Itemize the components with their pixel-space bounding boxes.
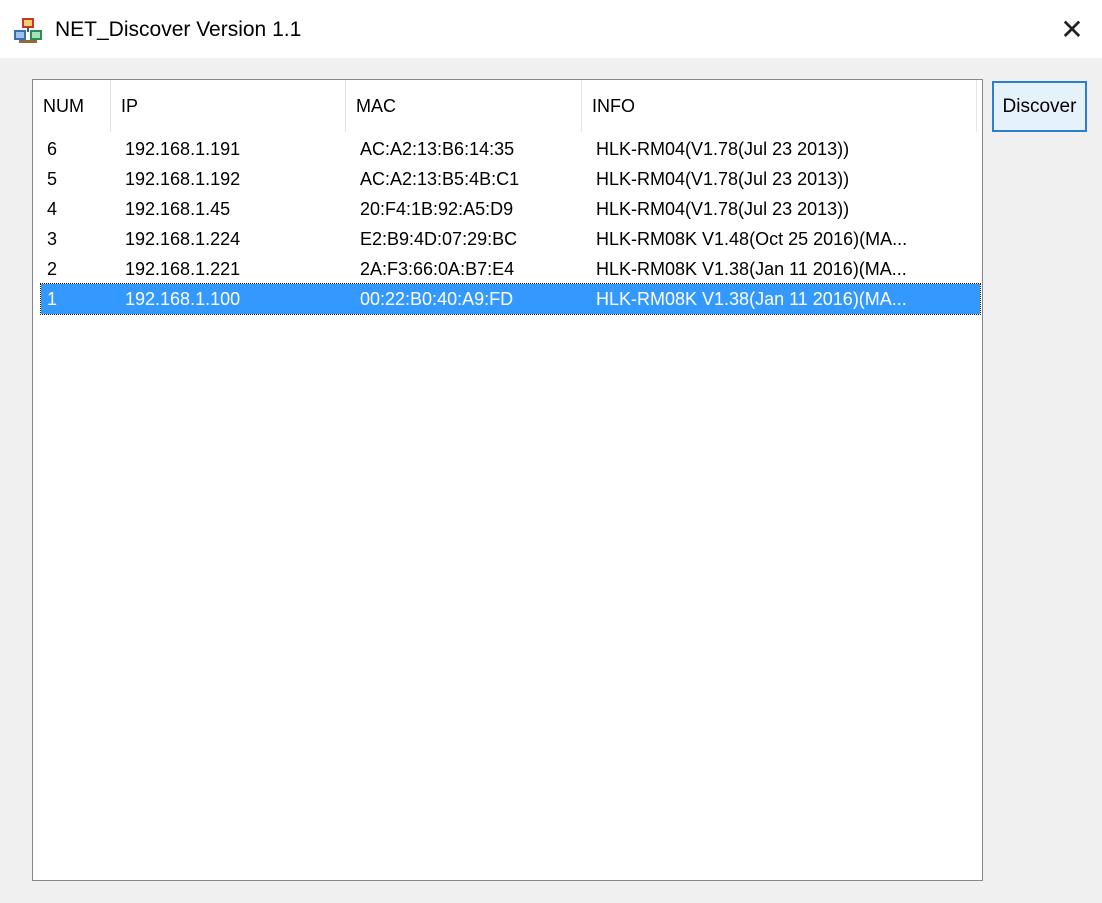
column-header-info[interactable]: INFO bbox=[582, 80, 977, 132]
net-discover-window: NET_Discover Version 1.1 ✕ NUM IP MAC IN… bbox=[0, 0, 1102, 903]
list-header: NUM IP MAC INFO bbox=[33, 80, 982, 132]
window-title: NET_Discover Version 1.1 bbox=[55, 18, 302, 41]
cell-ip: 192.168.1.191 bbox=[125, 139, 241, 159]
cell-ip: 192.168.1.45 bbox=[125, 199, 231, 219]
column-header-num[interactable]: NUM bbox=[33, 80, 111, 132]
device-list[interactable]: NUM IP MAC INFO 6 192.168.1.191 AC:A2:13… bbox=[32, 79, 983, 881]
column-header-ip[interactable]: IP bbox=[111, 80, 346, 132]
cell-info: HLK-RM04(V1.78(Jul 23 2013)) bbox=[596, 139, 850, 159]
list-rows: 6 192.168.1.191 AC:A2:13:B6:14:35 HLK-RM… bbox=[40, 134, 981, 315]
close-icon[interactable]: ✕ bbox=[1060, 13, 1083, 46]
discover-button[interactable]: Discover bbox=[992, 81, 1087, 132]
table-row[interactable]: 4 192.168.1.45 20:F4:1B:92:A5:D9 HLK-RM0… bbox=[41, 194, 980, 224]
cell-num: 2 bbox=[47, 259, 58, 279]
title-bar[interactable]: NET_Discover Version 1.1 ✕ bbox=[0, 0, 1102, 58]
cell-ip: 192.168.1.192 bbox=[125, 169, 241, 189]
cell-mac: AC:A2:13:B5:4B:C1 bbox=[360, 169, 520, 189]
cell-info: HLK-RM04(V1.78(Jul 23 2013)) bbox=[596, 199, 850, 219]
cell-num: 1 bbox=[47, 289, 58, 309]
cell-num: 4 bbox=[47, 199, 58, 219]
table-row[interactable]: 3 192.168.1.224 E2:B9:4D:07:29:BC HLK-RM… bbox=[41, 224, 980, 254]
cell-mac: 20:F4:1B:92:A5:D9 bbox=[360, 199, 514, 219]
table-row[interactable]: 5 192.168.1.192 AC:A2:13:B5:4B:C1 HLK-RM… bbox=[41, 164, 980, 194]
cell-mac: 2A:F3:66:0A:B7:E4 bbox=[360, 259, 515, 279]
close-button[interactable]: ✕ bbox=[1042, 0, 1102, 58]
cell-num: 5 bbox=[47, 169, 58, 189]
cell-ip: 192.168.1.100 bbox=[125, 289, 241, 309]
cell-mac: 00:22:B0:40:A9:FD bbox=[360, 289, 514, 309]
cell-num: 6 bbox=[47, 139, 58, 159]
cell-info: HLK-RM08K V1.38(Jan 11 2016)(MA... bbox=[596, 259, 907, 279]
table-row-selected[interactable]: 1 192.168.1.100 00:22:B0:40:A9:FD HLK-RM… bbox=[40, 283, 981, 315]
cell-info: HLK-RM04(V1.78(Jul 23 2013)) bbox=[596, 169, 850, 189]
table-row[interactable]: 6 192.168.1.191 AC:A2:13:B6:14:35 HLK-RM… bbox=[41, 134, 980, 164]
cell-ip: 192.168.1.224 bbox=[125, 229, 241, 249]
network-app-icon bbox=[14, 18, 42, 43]
cell-info: HLK-RM08K V1.38(Jan 11 2016)(MA... bbox=[596, 289, 907, 309]
table-row[interactable]: 2 192.168.1.221 2A:F3:66:0A:B7:E4 HLK-RM… bbox=[41, 254, 980, 284]
cell-mac: E2:B9:4D:07:29:BC bbox=[360, 229, 518, 249]
cell-num: 3 bbox=[47, 229, 58, 249]
cell-ip: 192.168.1.221 bbox=[125, 259, 241, 279]
cell-info: HLK-RM08K V1.48(Oct 25 2016)(MA... bbox=[596, 229, 908, 249]
column-header-mac[interactable]: MAC bbox=[346, 80, 582, 132]
cell-mac: AC:A2:13:B6:14:35 bbox=[360, 139, 515, 159]
